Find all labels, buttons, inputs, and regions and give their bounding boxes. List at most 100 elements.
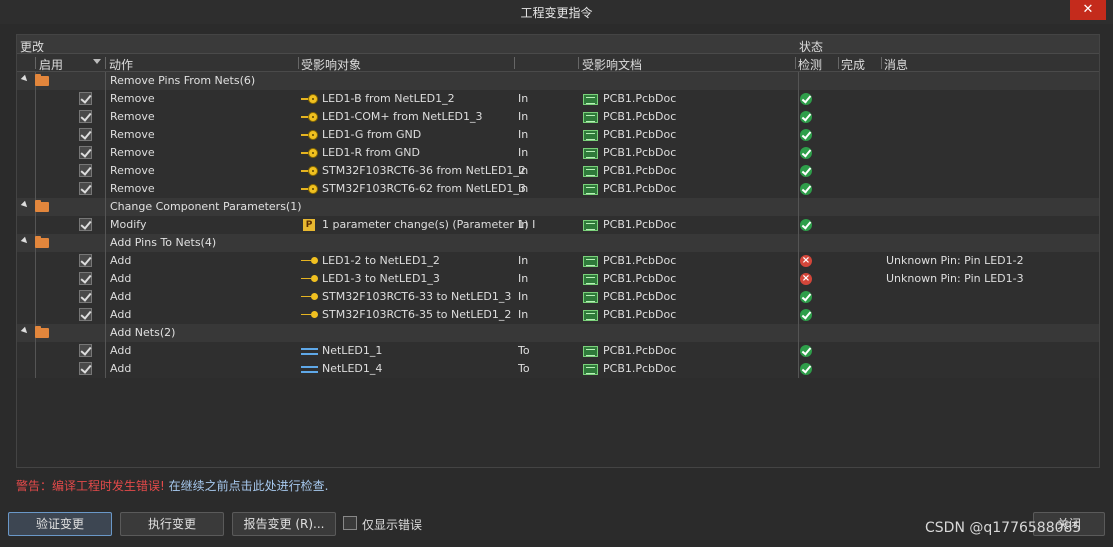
table-row[interactable]: Add NetLED1_4 To PCB1.PcbDoc (17, 360, 1099, 378)
column-check[interactable]: 检测 (798, 56, 822, 73)
status-group-label: 状态 (799, 40, 824, 54)
pin-add-icon (301, 311, 319, 319)
object-cell: LED1-2 to NetLED1_2 (322, 254, 440, 267)
table-row[interactable]: Modify P 1 parameter change(s) (Parameter … (17, 216, 1099, 234)
table-row[interactable]: Remove LED1-B from NetLED1_2 In PCB1.PcbDoc (17, 90, 1099, 108)
document-cell: PCB1.PcbDoc (603, 182, 677, 195)
row-separator (35, 90, 36, 108)
pcb-document-icon (583, 112, 598, 123)
pin-remove-icon (301, 94, 319, 104)
row-separator (798, 252, 799, 270)
direction-cell: In (518, 218, 529, 231)
column-separator (514, 57, 515, 69)
row-separator (105, 144, 106, 162)
group-row[interactable]: Add Pins To Nets(4) (17, 234, 1099, 252)
table-row[interactable]: Remove LED1-R from GND In PCB1.PcbDoc (17, 144, 1099, 162)
table-row[interactable]: Remove LED1-COM+ from NetLED1_3 In PCB1.Pcb… (17, 108, 1099, 126)
enable-checkbox[interactable] (79, 254, 92, 267)
pin-remove-icon (301, 148, 319, 158)
expand-arrow-icon[interactable] (20, 200, 30, 210)
row-separator (105, 162, 106, 180)
column-message[interactable]: 消息 (884, 56, 908, 73)
check-ok-icon (800, 147, 812, 159)
action-cell: Add (110, 254, 132, 267)
table-row[interactable]: Add NetLED1_1 To PCB1.PcbDoc (17, 342, 1099, 360)
column-enable[interactable]: 启用 (39, 56, 63, 73)
row-separator (798, 72, 799, 90)
enable-checkbox[interactable] (79, 218, 92, 231)
enable-checkbox[interactable] (79, 92, 92, 105)
sort-arrow-icon[interactable] (93, 59, 101, 64)
column-object[interactable]: 受影响对象 (301, 56, 361, 73)
group-header: 更改 状态 (17, 35, 1099, 54)
row-separator (798, 360, 799, 378)
pcb-document-icon (583, 130, 598, 141)
direction-cell: In (518, 290, 529, 303)
object-cell: 1 parameter change(s) (Parameter 1) Ir (322, 218, 536, 231)
only-show-errors-label[interactable]: 仅显示错误 (362, 516, 422, 533)
execute-changes-button[interactable]: 执行变更 (120, 512, 224, 536)
enable-checkbox[interactable] (79, 344, 92, 357)
group-row[interactable]: Remove Pins From Nets(6) (17, 72, 1099, 90)
only-show-errors-checkbox[interactable] (343, 516, 357, 530)
object-cell: LED1-G from GND (322, 128, 422, 141)
column-action[interactable]: 动作 (109, 56, 133, 73)
table-row[interactable]: Remove LED1-G from GND In PCB1.PcbDoc (17, 126, 1099, 144)
table-row[interactable]: Add LED1-2 to NetLED1_2 In PCB1.PcbDoc × Unkn… (17, 252, 1099, 270)
table-row[interactable]: Remove STM32F103RCT6-36 from NetLED1_2 In P… (17, 162, 1099, 180)
document-cell: PCB1.PcbDoc (603, 146, 677, 159)
object-cell: STM32F103RCT6-36 from NetLED1_2 (322, 164, 526, 177)
row-separator (105, 234, 106, 252)
table-row[interactable]: Add LED1-3 to NetLED1_3 In PCB1.PcbDoc × Unkn… (17, 270, 1099, 288)
enable-checkbox[interactable] (79, 128, 92, 141)
table-row[interactable]: Add STM32F103RCT6-33 to NetLED1_3 In PCB1.P… (17, 288, 1099, 306)
enable-checkbox[interactable] (79, 362, 92, 375)
warning-link[interactable]: 在继续之前点击此处进行检查. (169, 479, 329, 493)
document-cell: PCB1.PcbDoc (603, 92, 677, 105)
enable-checkbox[interactable] (79, 164, 92, 177)
document-cell: PCB1.PcbDoc (603, 362, 677, 375)
direction-cell: In (518, 146, 529, 159)
row-separator (105, 72, 106, 90)
enable-checkbox[interactable] (79, 272, 92, 285)
document-cell: PCB1.PcbDoc (603, 110, 677, 123)
pcb-document-icon (583, 346, 598, 357)
close-window-button[interactable]: ✕ (1070, 0, 1106, 20)
row-separator (798, 180, 799, 198)
row-separator (798, 324, 799, 342)
close-button[interactable]: 关闭 (1033, 512, 1105, 536)
enable-checkbox[interactable] (79, 182, 92, 195)
check-ok-icon (800, 363, 812, 375)
table-row[interactable]: Remove STM32F103RCT6-62 from NetLED1_3 In P… (17, 180, 1099, 198)
row-separator (35, 270, 36, 288)
pin-add-icon (301, 257, 319, 265)
report-changes-button[interactable]: 报告变更 (R)... (232, 512, 336, 536)
row-separator (105, 216, 106, 234)
direction-cell: In (518, 182, 529, 195)
row-separator (798, 270, 799, 288)
column-done[interactable]: 完成 (841, 56, 865, 73)
group-row[interactable]: Change Component Parameters(1) (17, 198, 1099, 216)
action-cell: Add (110, 290, 132, 303)
check-ok-icon (800, 219, 812, 231)
document-cell: PCB1.PcbDoc (603, 272, 677, 285)
row-separator (798, 198, 799, 216)
document-cell: PCB1.PcbDoc (603, 254, 677, 267)
validate-changes-button[interactable]: 验证变更 (8, 512, 112, 536)
direction-cell: In (518, 164, 529, 177)
action-cell: Add (110, 272, 132, 285)
enable-checkbox[interactable] (79, 308, 92, 321)
action-cell: Remove (110, 182, 155, 195)
column-document[interactable]: 受影响文档 (582, 56, 642, 73)
enable-checkbox[interactable] (79, 146, 92, 159)
expand-arrow-icon[interactable] (20, 74, 30, 84)
expand-arrow-icon[interactable] (20, 326, 30, 336)
row-separator (798, 306, 799, 324)
direction-cell: To (518, 362, 530, 375)
check-ok-icon (800, 111, 812, 123)
enable-checkbox[interactable] (79, 290, 92, 303)
expand-arrow-icon[interactable] (20, 236, 30, 246)
table-row[interactable]: Add STM32F103RCT6-35 to NetLED1_2 In PCB1.P… (17, 306, 1099, 324)
group-row[interactable]: Add Nets(2) (17, 324, 1099, 342)
enable-checkbox[interactable] (79, 110, 92, 123)
